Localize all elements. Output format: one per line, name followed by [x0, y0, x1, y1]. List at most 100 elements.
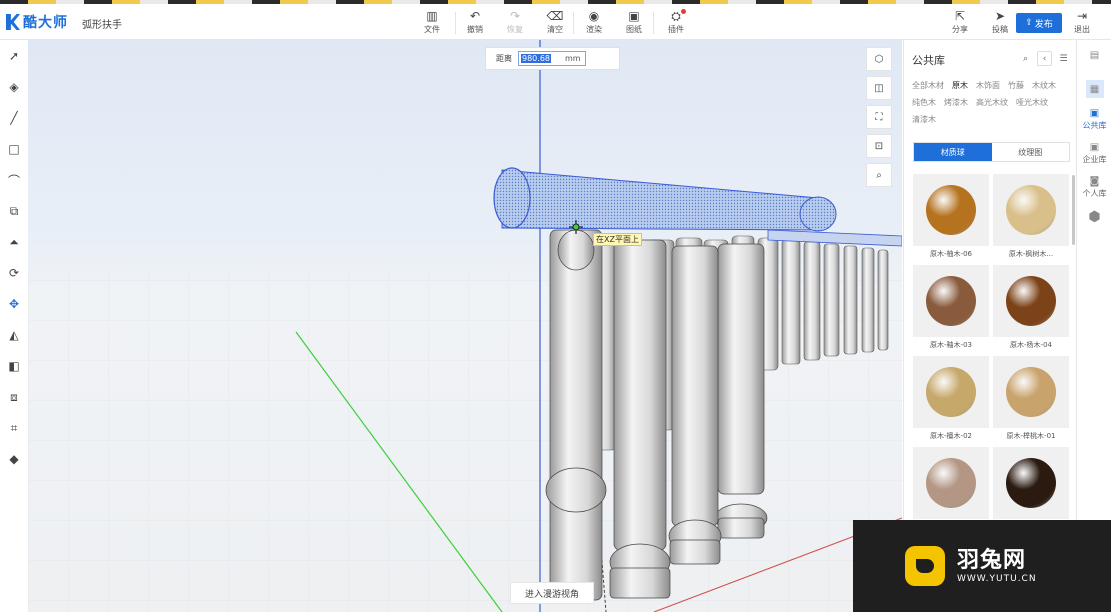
rectangle-tool-icon[interactable]: □ [6, 141, 22, 157]
component-tool-icon[interactable]: ⧈ [6, 389, 22, 405]
material-thumbnail [993, 447, 1069, 519]
material-thumbnail [913, 447, 989, 519]
material-thumbnail [913, 265, 989, 337]
follow-me-icon[interactable]: ◭ [6, 327, 22, 343]
material-card[interactable] [993, 447, 1069, 522]
section-tool-icon[interactable]: ◧ [6, 358, 22, 374]
push-pull-icon[interactable]: ⏶ [6, 234, 22, 250]
model-icon: ▤ [1089, 49, 1100, 61]
submit-button[interactable]: ➤ 投稿 [980, 8, 1020, 38]
rail-model-library[interactable]: ⬢ [1077, 209, 1111, 225]
perspective-icon[interactable]: ◫ [866, 76, 892, 100]
category-item[interactable]: 高光木纹 [976, 97, 1008, 108]
material-card[interactable]: 原木-榉桃木-01 [993, 356, 1069, 441]
material-ball [926, 185, 976, 235]
clear-button[interactable]: ⌫ 清空 [535, 8, 575, 38]
measure-tool-icon[interactable]: ⌗ [6, 420, 22, 436]
paint-bucket-icon[interactable]: ◈ [6, 79, 22, 95]
rail-personal-library[interactable]: ◙ 个人库 [1077, 174, 1111, 199]
material-ball [926, 276, 976, 326]
drawing-icon: ▣ [628, 9, 640, 23]
material-card[interactable]: 原木-釉木-03 [913, 265, 989, 350]
eraser-icon: ⌫ [546, 9, 564, 23]
category-list: 全部木材 原木 木饰面 竹藤 木纹木 纯色木 烤漆木 高光木纹 哑光木纹 清漆木 [912, 80, 1070, 125]
person-icon: ◙ [1089, 175, 1100, 187]
material-thumbnail [993, 356, 1069, 428]
material-card[interactable]: 原木-柚木-06 [913, 174, 989, 259]
toolbar-plugin-group: ⛭ 插件 [656, 8, 696, 38]
material-card[interactable]: 原木-枫树木... [993, 174, 1069, 259]
distance-value: 980.68 [521, 54, 551, 63]
watermark-text: 羽兔网 WWW.YUTU.CN [957, 548, 1037, 584]
roam-view-button[interactable]: 进入漫游视角 [510, 582, 594, 604]
material-thumbnail [913, 356, 989, 428]
app-logo[interactable]: 酷大师 [6, 12, 68, 32]
exit-label: 退出 [1074, 25, 1090, 34]
back-icon[interactable]: ‹ [1037, 51, 1052, 66]
category-item[interactable]: 竹藤 [1008, 80, 1024, 91]
exit-icon: ⇥ [1076, 9, 1088, 23]
line-tool-icon[interactable]: ╱ [6, 110, 22, 126]
category-item[interactable]: 木纹木 [1032, 80, 1056, 91]
material-ball [1006, 276, 1056, 326]
submit-label: 投稿 [992, 25, 1008, 34]
public-library-icon: ▣ [1089, 107, 1100, 119]
material-card[interactable]: 原木-檀木-02 [913, 356, 989, 441]
exit-button[interactable]: ⇥ 退出 [1062, 8, 1102, 38]
search-icon[interactable]: ⌕ [1018, 51, 1033, 66]
document-title[interactable]: 弧形扶手 [82, 16, 122, 31]
publish-button[interactable]: ⇪ 发布 [1016, 13, 1062, 33]
arc-tool-icon[interactable]: ⌒ [6, 172, 22, 188]
logo-mark-icon [6, 14, 20, 30]
upload-icon: ⇪ [1025, 18, 1033, 28]
undo-icon: ↶ [469, 9, 481, 23]
file-button[interactable]: ▥ 文件 [412, 8, 452, 38]
view-tools: ⬡ ◫ ⛶ ⊡ ⌕ [866, 47, 892, 192]
redo-icon: ↷ [509, 9, 521, 23]
model-thumbnail[interactable]: ▤ [1077, 48, 1111, 62]
offset-tool-icon[interactable]: ⧉ [6, 203, 22, 219]
toolbar-output-group: ◉ 渲染 ▣ 图纸 [574, 8, 654, 38]
publish-label: 发布 [1034, 19, 1053, 30]
material-thumbnail [913, 174, 989, 246]
view-cube-icon[interactable]: ⬡ [866, 47, 892, 71]
material-mode[interactable]: ▦ [1077, 80, 1111, 98]
redo-button[interactable]: ↷ 恢复 [495, 8, 535, 38]
distance-input[interactable]: 980.68 mm [518, 51, 586, 66]
share-button[interactable]: ⇱ 分享 [940, 8, 980, 38]
rail-public-library[interactable]: ▣ 公共库 [1077, 106, 1111, 131]
tab-texture-image[interactable]: 纹理图 [992, 143, 1070, 161]
material-card[interactable] [913, 447, 989, 522]
category-item[interactable]: 全部木材 [912, 80, 944, 91]
category-item[interactable]: 纯色木 [912, 97, 936, 108]
eraser-tool-icon[interactable]: ◆ [6, 451, 22, 467]
render-button[interactable]: ◉ 渲染 [574, 8, 614, 38]
library-scrollbar[interactable] [1072, 175, 1075, 245]
plugins-button[interactable]: ⛭ 插件 [656, 8, 696, 38]
rail-enterprise-library[interactable]: ▣ 企业库 [1077, 140, 1111, 165]
list-view-icon[interactable]: ☰ [1056, 51, 1071, 66]
material-label: 原木-釉木-03 [930, 341, 972, 349]
3d-viewport[interactable]: 距离 980.68 mm 在XZ平面上 ⬡ ◫ ⛶ ⊡ ⌕ 进入漫游视角 [28, 40, 902, 612]
rotate-tool-icon[interactable]: ⟳ [6, 265, 22, 281]
tab-material-ball[interactable]: 材质球 [914, 143, 992, 161]
zoom-search-icon[interactable]: ⌕ [866, 163, 892, 187]
drawing-button[interactable]: ▣ 图纸 [614, 8, 654, 38]
material-ball [926, 367, 976, 417]
zoom-window-icon[interactable]: ⊡ [866, 134, 892, 158]
category-item[interactable]: 清漆木 [912, 114, 936, 125]
select-tool-icon[interactable]: ➚ [6, 48, 22, 64]
move-tool-icon[interactable]: ✥ [6, 296, 22, 312]
material-label: 原木-杨木-04 [1010, 341, 1052, 349]
material-card[interactable]: 原木-杨木-04 [993, 265, 1069, 350]
category-item[interactable]: 木饰面 [976, 80, 1000, 91]
zoom-extents-icon[interactable]: ⛶ [866, 105, 892, 129]
distance-unit: mm [565, 54, 581, 63]
undo-button[interactable]: ↶ 撤销 [455, 8, 495, 38]
category-item-active[interactable]: 原木 [952, 80, 968, 91]
material-ball [926, 458, 976, 508]
category-item[interactable]: 哑光木纹 [1016, 97, 1048, 108]
render-label: 渲染 [586, 25, 602, 34]
scene-canvas [28, 40, 902, 612]
category-item[interactable]: 烤漆木 [944, 97, 968, 108]
